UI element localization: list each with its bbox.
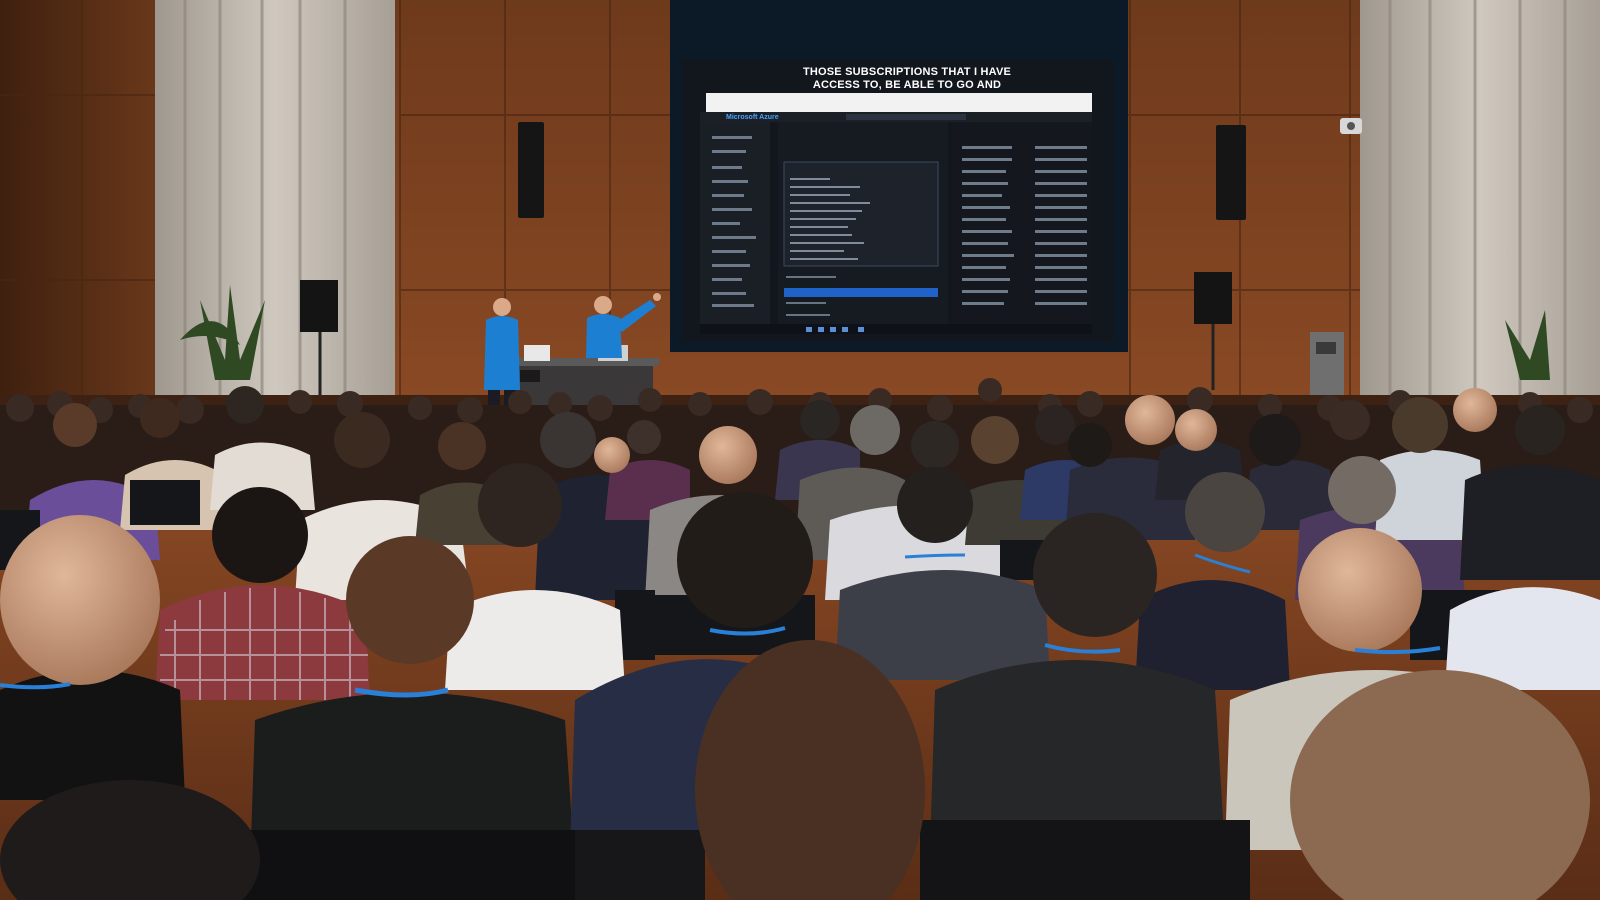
audience (0, 378, 1600, 900)
conference-hall-photo: THOSE SUBSCRIPTIONS THAT I HAVE ACCESS T… (0, 0, 1600, 900)
